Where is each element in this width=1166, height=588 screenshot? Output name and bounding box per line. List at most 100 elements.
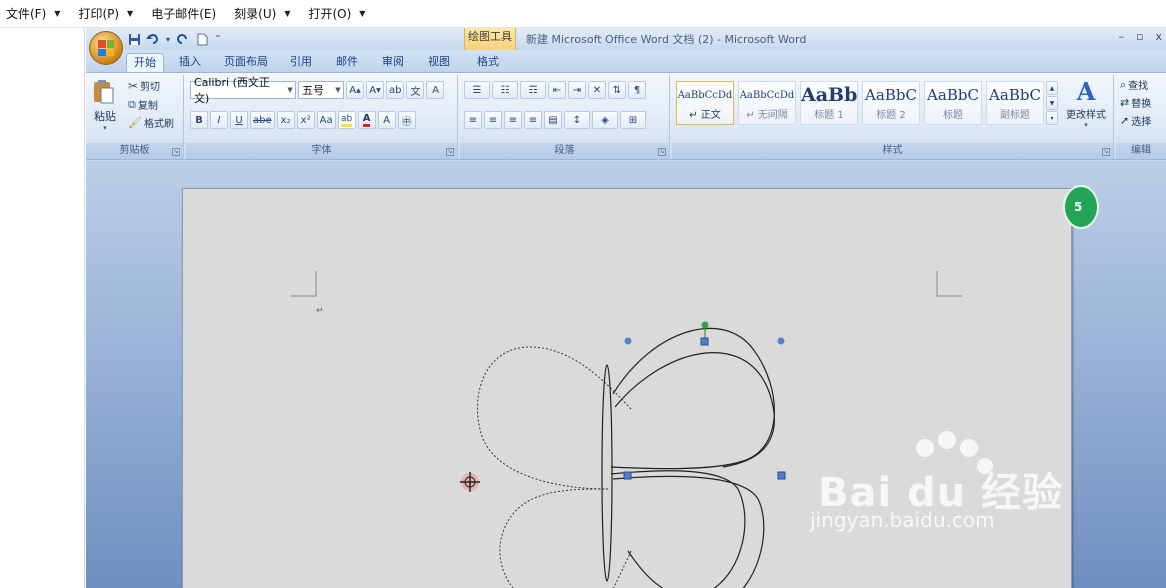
- change-styles-button[interactable]: A 更改样式 ▾: [1062, 77, 1110, 137]
- tab-references[interactable]: 引用: [286, 53, 316, 72]
- bullets-icon[interactable]: ☰: [464, 81, 490, 99]
- character-shading-icon[interactable]: A: [377, 111, 396, 129]
- line-spacing-icon[interactable]: ↕: [564, 111, 590, 129]
- watermark-url: jingyan.baidu.com: [810, 508, 995, 532]
- outer-menu-item[interactable]: 文件(F) ▼: [6, 5, 60, 22]
- ribbon-tabs: 开始 插入 页面布局 引用 邮件 审阅 视图 格式: [86, 50, 1166, 72]
- numbering-icon[interactable]: ☷: [492, 81, 518, 99]
- copy-button[interactable]: ⧉ 复制: [128, 97, 158, 113]
- clipboard-launcher-icon[interactable]: ↘: [172, 148, 180, 156]
- shrink-font-button[interactable]: A ▼: [366, 81, 384, 99]
- style-title[interactable]: AaBbC 标题: [924, 81, 982, 125]
- new-icon[interactable]: [194, 32, 210, 47]
- caret-down-icon[interactable]: ▼: [359, 9, 365, 18]
- clear-format-icon[interactable]: ab: [386, 81, 405, 99]
- borders-icon[interactable]: ⊞: [620, 111, 646, 129]
- style-heading-2[interactable]: AaBbC 标题 2: [862, 81, 920, 125]
- minimize-button[interactable]: –: [1119, 30, 1125, 43]
- more-styles-icon[interactable]: ▾: [1046, 111, 1058, 125]
- office-logo-icon: [98, 40, 114, 56]
- title-bar: ▾ ⁼ 绘图工具 新建 Microsoft Office Word 文档 (2)…: [86, 28, 1166, 50]
- redo-icon[interactable]: [175, 32, 191, 47]
- grow-font-button[interactable]: A ▲: [346, 81, 364, 99]
- tab-review[interactable]: 审阅: [377, 53, 409, 72]
- outer-menu-item[interactable]: 打印(P) ▼: [78, 5, 133, 22]
- outer-menu-item[interactable]: 电子邮件(E): [151, 5, 216, 22]
- scroll-down-icon[interactable]: ▼: [1046, 96, 1058, 110]
- caret-down-icon[interactable]: ▼: [54, 9, 60, 18]
- replace-button[interactable]: ⇄ 替换: [1120, 95, 1151, 110]
- tab-page-layout[interactable]: 页面布局: [220, 53, 272, 72]
- sort-icon[interactable]: ⇅: [608, 81, 626, 99]
- tab-format[interactable]: 格式: [470, 53, 506, 72]
- show-marks-icon[interactable]: ¶: [628, 81, 646, 99]
- format-painter-button[interactable]: 🖌 格式刷: [128, 115, 174, 130]
- paragraph-launcher-icon[interactable]: ↘: [658, 148, 666, 156]
- highlight-icon[interactable]: ab: [337, 111, 356, 129]
- styles-launcher-icon[interactable]: ↘: [1102, 148, 1110, 156]
- distributed-icon[interactable]: ▤: [544, 111, 562, 129]
- increase-indent-icon[interactable]: ⇥: [568, 81, 586, 99]
- styles-scroll[interactable]: ▲ ▼ ▾: [1046, 81, 1058, 125]
- underline-button[interactable]: U: [230, 111, 248, 129]
- multilevel-list-icon[interactable]: ☶: [520, 81, 546, 99]
- superscript-button[interactable]: x²: [296, 111, 315, 129]
- undo-icon[interactable]: [145, 32, 161, 47]
- find-button[interactable]: ⌕ 查找: [1120, 77, 1148, 93]
- customize-qat-icon[interactable]: ⁼: [213, 32, 223, 47]
- clipboard-group: 粘贴 ▾ ✂ 剪切 ⧉ 复制 🖌 格式刷 剪贴板 ↘: [86, 75, 184, 159]
- tab-mailings[interactable]: 邮件: [331, 53, 363, 72]
- margin-mark-left: [291, 271, 317, 297]
- baidu-watermark: Bai du 经验 jingyan.baidu.com: [810, 430, 1110, 560]
- cut-button[interactable]: ✂ 剪切: [128, 78, 160, 94]
- undo-dropdown-icon[interactable]: ▾: [164, 32, 172, 47]
- side-float-badge[interactable]: 5: [1063, 185, 1099, 229]
- caret-down-icon[interactable]: ▼: [284, 9, 290, 18]
- office-button[interactable]: [89, 31, 123, 65]
- bold-button[interactable]: B: [190, 111, 208, 129]
- italic-button[interactable]: I: [210, 111, 228, 129]
- decrease-indent-icon[interactable]: ⇤: [548, 81, 566, 99]
- font-launcher-icon[interactable]: ↘: [446, 148, 454, 156]
- copy-icon: ⧉: [128, 97, 136, 111]
- close-button[interactable]: x: [1155, 30, 1162, 43]
- select-button[interactable]: ➚ 选择: [1120, 113, 1151, 128]
- outer-menu-label: 电子邮件(E): [151, 7, 217, 21]
- font-group-label: 字体: [186, 143, 457, 159]
- save-icon[interactable]: [126, 32, 142, 47]
- caret-down-icon[interactable]: ▼: [127, 9, 133, 18]
- enclose-characters-icon[interactable]: ㊥: [397, 111, 416, 129]
- outer-menu-item[interactable]: 打开(O) ▼: [308, 5, 365, 22]
- subscript-button[interactable]: x₂: [276, 111, 295, 129]
- scroll-up-icon[interactable]: ▲: [1046, 81, 1058, 95]
- tab-insert[interactable]: 插入: [174, 53, 206, 72]
- selected-wing-shape: [601, 327, 775, 588]
- style-no-spacing[interactable]: AaBbCcDd ↵ 无间隔: [738, 81, 796, 125]
- justify-icon[interactable]: ≡: [524, 111, 542, 129]
- align-right-icon[interactable]: ≡: [504, 111, 522, 129]
- style-subtitle[interactable]: AaBbC 副标题: [986, 81, 1044, 125]
- phonetic-guide-icon[interactable]: 文: [406, 81, 425, 99]
- paste-icon: [94, 80, 114, 104]
- paste-button[interactable]: 粘贴 ▾: [92, 79, 118, 132]
- align-left-icon[interactable]: ≡: [464, 111, 482, 129]
- document-title: 新建 Microsoft Office Word 文档 (2) - Micros…: [526, 33, 807, 46]
- outer-menu-item[interactable]: 刻录(U) ▼: [234, 5, 290, 22]
- resize-handle-left: [623, 471, 632, 480]
- change-case-button[interactable]: Aa: [316, 111, 336, 129]
- font-family-combo[interactable]: Calibri (西文正文) ▼: [190, 76, 296, 105]
- font-size-combo[interactable]: 五号 ▼: [298, 81, 344, 99]
- strikethrough-button[interactable]: abe: [250, 111, 275, 129]
- maximize-button[interactable]: ▫: [1136, 30, 1143, 43]
- character-border-icon[interactable]: A: [426, 81, 445, 99]
- style-heading-1[interactable]: AaBb 标题 1: [800, 81, 858, 125]
- align-center-icon[interactable]: ≡: [484, 111, 502, 129]
- brush-icon: 🖌: [128, 116, 142, 129]
- font-color-icon[interactable]: A: [357, 111, 376, 129]
- chinese-layout-icon[interactable]: ✕: [588, 81, 606, 99]
- style-normal[interactable]: AaBbCcDd ↵ 正文: [676, 81, 734, 125]
- shading-icon[interactable]: ◈: [592, 111, 618, 129]
- tab-view[interactable]: 视图: [423, 53, 455, 72]
- styles-group-label: 样式: [672, 143, 1113, 159]
- tab-home[interactable]: 开始: [126, 53, 164, 72]
